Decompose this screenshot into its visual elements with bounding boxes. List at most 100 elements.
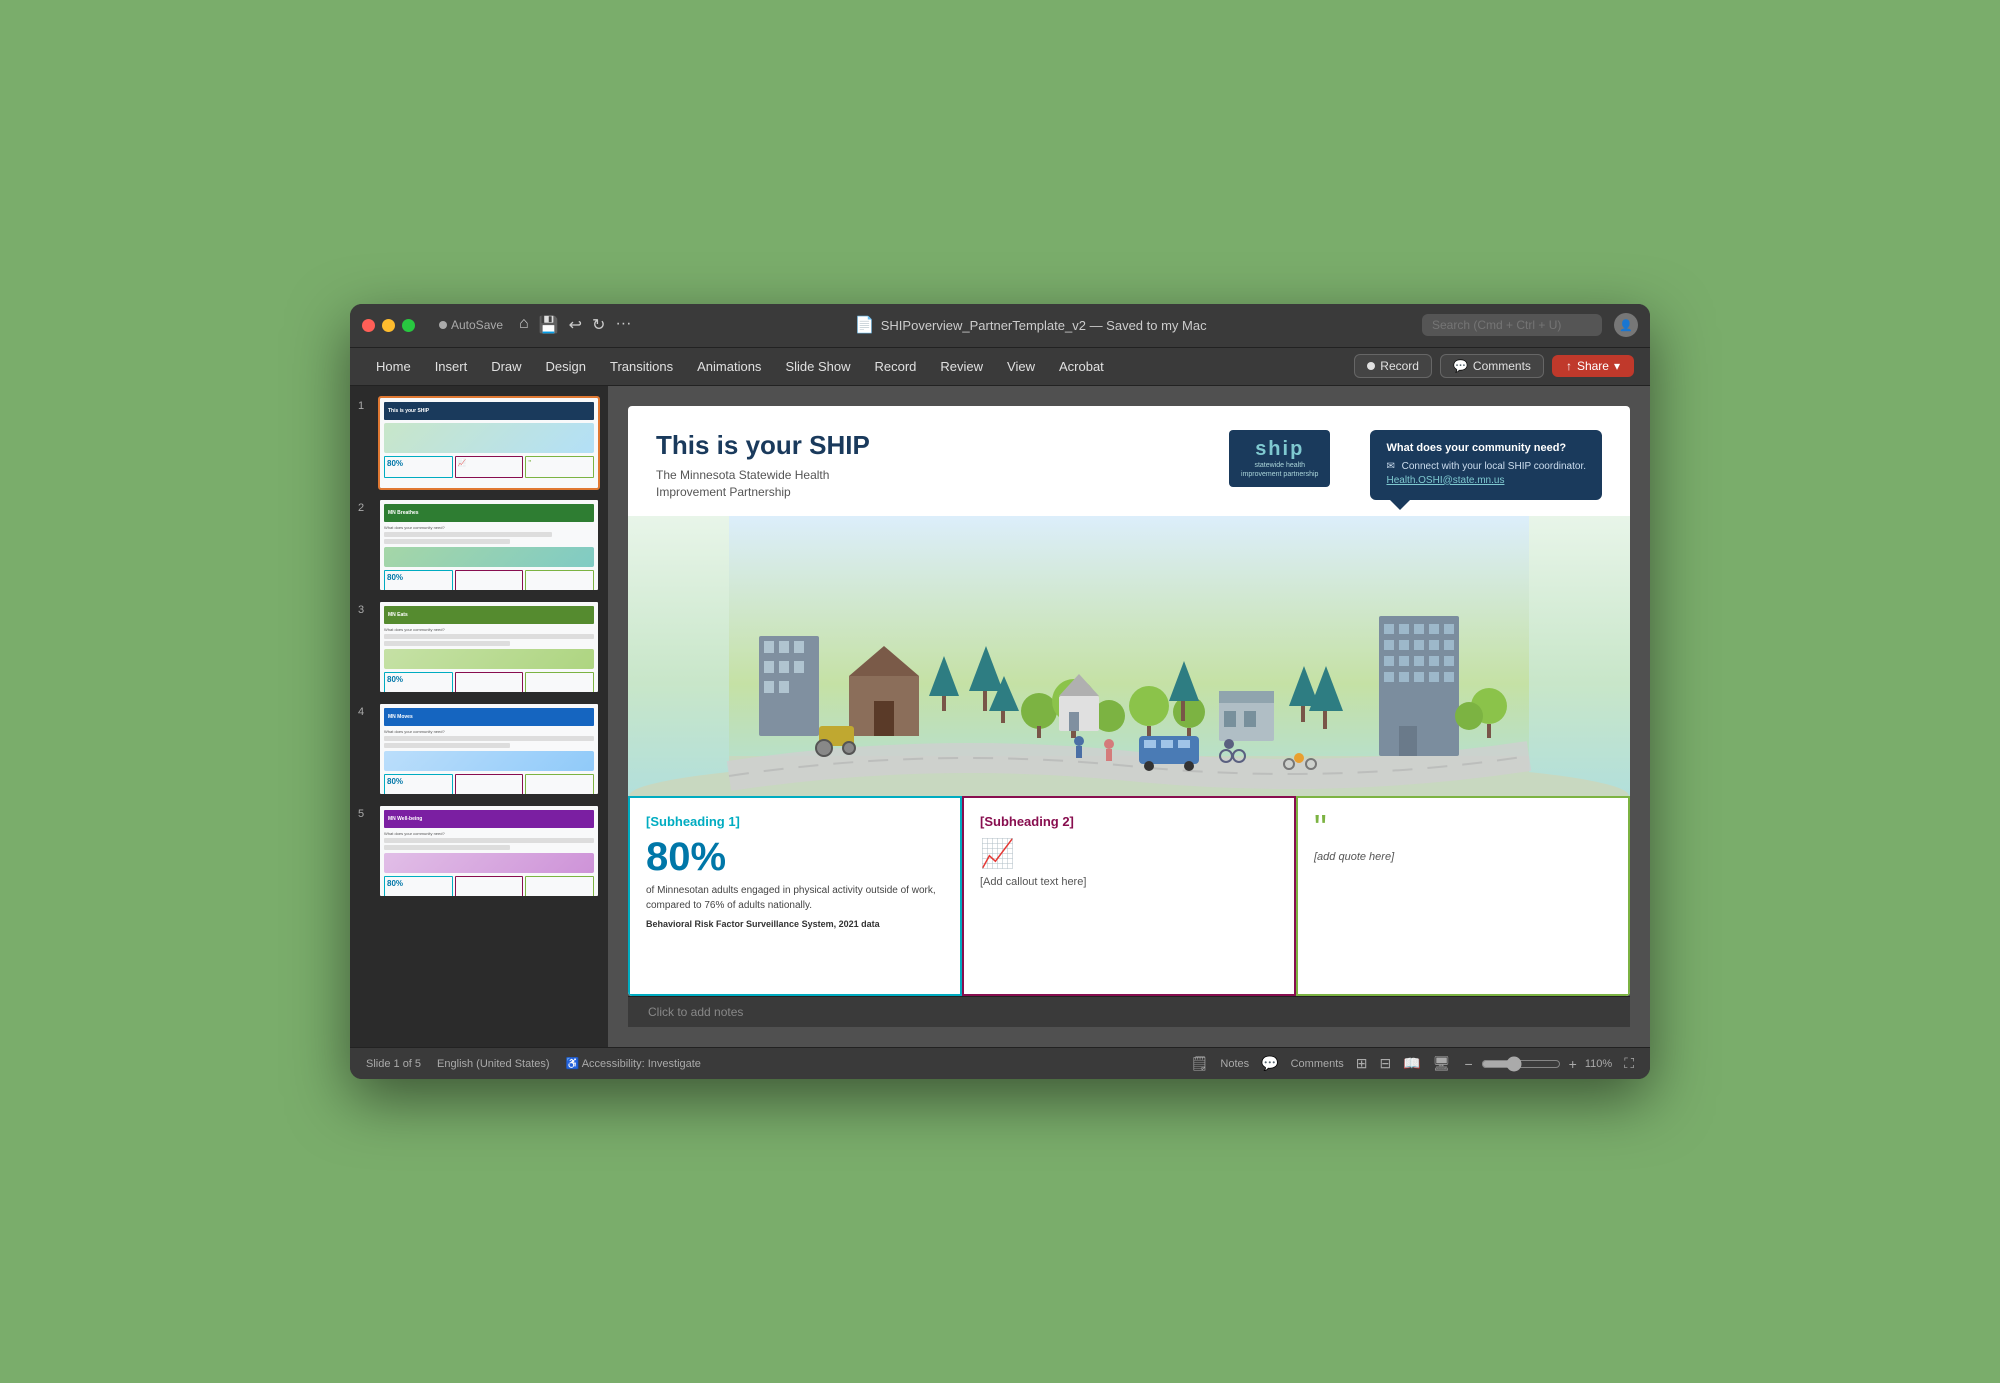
callout-email[interactable]: Health.OSHI@state.mn.us bbox=[1386, 475, 1504, 486]
thumb-box-5c bbox=[525, 876, 594, 896]
thumb-boxes-4: 80% bbox=[384, 774, 594, 794]
menu-draw[interactable]: Draw bbox=[481, 355, 531, 378]
zoom-in-button[interactable]: + bbox=[1567, 1056, 1579, 1072]
slide-thumbnail-5[interactable]: MN Well-being What does your community n… bbox=[378, 804, 600, 898]
record-button[interactable]: Record bbox=[1354, 354, 1432, 378]
email-icon: ✉ bbox=[1386, 460, 1394, 474]
thumb-row-4a bbox=[384, 736, 594, 741]
slide-thumb-4[interactable]: 4 MN Moves What does your community need… bbox=[358, 702, 600, 796]
fit-screen-icon[interactable]: ⛶ bbox=[1624, 1055, 1634, 1072]
notes-status-icon[interactable]: 🗒 bbox=[1191, 1055, 1209, 1072]
thumb-row-4b bbox=[384, 743, 510, 748]
zoom-percentage: 110% bbox=[1585, 1058, 1612, 1070]
minimize-button[interactable] bbox=[382, 319, 395, 332]
ship-logo: ship statewide healthimprovement partner… bbox=[1229, 430, 1330, 487]
slide-thumb-1[interactable]: 1 This is your SHIP 80% bbox=[358, 396, 600, 490]
slide-thumbnail-1[interactable]: This is your SHIP 80% 📈 bbox=[378, 396, 600, 490]
slide-thumb-5[interactable]: 5 MN Well-being What does your community… bbox=[358, 804, 600, 898]
thumb-box-4b bbox=[455, 774, 524, 794]
slide-content-area: This is your SHIP The Minnesota Statewid… bbox=[608, 386, 1650, 1048]
status-right: 🗒 Notes 💬 Comments ⊞ ⊟ 📖 🖥 − + 110% ⛶ bbox=[1191, 1055, 1634, 1072]
grid-view-icon[interactable]: ⊟ bbox=[1380, 1055, 1392, 1072]
slide-thumb-2[interactable]: 2 MN Breathes What does your community n… bbox=[358, 498, 600, 592]
autosave-indicator: AutoSave bbox=[439, 318, 503, 332]
app-window: AutoSave ⌂ 💾 ↩ ↻ ··· 📄 SHIPoverview_Part… bbox=[350, 304, 1650, 1080]
illus-thumbnail-3 bbox=[384, 649, 594, 669]
slide-thumbnail-4[interactable]: MN Moves What does your community need? … bbox=[378, 702, 600, 796]
notes-placeholder[interactable]: Click to add notes bbox=[648, 1005, 743, 1019]
menu-design[interactable]: Design bbox=[536, 355, 596, 378]
info-box-2-subheading: [Subheading 2] bbox=[980, 814, 1278, 829]
quote-mark-icon: " bbox=[1314, 814, 1612, 843]
slide-thumb-3[interactable]: 3 MN Eats What does your community need? bbox=[358, 600, 600, 694]
slide-preview-1: This is your SHIP 80% 📈 bbox=[380, 398, 598, 488]
slide-canvas[interactable]: This is your SHIP The Minnesota Statewid… bbox=[628, 406, 1630, 997]
accessibility-status: ♿ Accessibility: Investigate bbox=[566, 1057, 701, 1070]
thumb-row-3a bbox=[384, 634, 594, 639]
callout-body: ✉ Connect with your local SHIP coordinat… bbox=[1386, 460, 1586, 488]
share-button[interactable]: ↑ Share ▾ bbox=[1552, 355, 1634, 377]
thumb-row-5b bbox=[384, 845, 510, 850]
comments-button[interactable]: 💬 Comments bbox=[1440, 354, 1544, 378]
close-button[interactable] bbox=[362, 319, 375, 332]
search-input[interactable] bbox=[1422, 314, 1602, 336]
thumb-boxes-2: 80% bbox=[384, 570, 594, 590]
info-boxes: [Subheading 1] 80% of Minnesotan adults … bbox=[628, 796, 1630, 996]
thumb-box-2a: 80% bbox=[384, 570, 453, 590]
menu-transitions[interactable]: Transitions bbox=[600, 355, 683, 378]
save-icon[interactable]: 💾 bbox=[539, 315, 559, 335]
zoom-out-button[interactable]: − bbox=[1462, 1056, 1474, 1072]
undo-icon[interactable]: ↩ bbox=[569, 315, 582, 335]
zoom-slider[interactable] bbox=[1481, 1056, 1561, 1072]
slide-subtitle: The Minnesota Statewide Health Improveme… bbox=[656, 467, 1189, 501]
callout-text: Connect with your local SHIP coordinator… bbox=[1402, 461, 1586, 472]
more-icon[interactable]: ··· bbox=[615, 315, 631, 335]
accessibility-icon: ♿ bbox=[566, 1058, 580, 1070]
big-percent: 80% bbox=[646, 837, 944, 877]
share-chevron: ▾ bbox=[1614, 359, 1620, 373]
info-box-1-subheading: [Subheading 1] bbox=[646, 814, 944, 829]
slide-num-5: 5 bbox=[358, 808, 372, 820]
home-icon[interactable]: ⌂ bbox=[519, 315, 529, 335]
illus-thumbnail-4 bbox=[384, 751, 594, 771]
slide-num-3: 3 bbox=[358, 604, 372, 616]
thumb-box-2b bbox=[455, 570, 524, 590]
menu-insert[interactable]: Insert bbox=[425, 355, 478, 378]
illustration-svg bbox=[628, 516, 1630, 796]
fullscreen-button[interactable] bbox=[402, 319, 415, 332]
profile-avatar[interactable]: 👤 bbox=[1614, 313, 1638, 337]
titlebar: AutoSave ⌂ 💾 ↩ ↻ ··· 📄 SHIPoverview_Part… bbox=[350, 304, 1650, 348]
normal-view-icon[interactable]: ⊞ bbox=[1356, 1055, 1368, 1072]
thumb-row-2a bbox=[384, 532, 552, 537]
thumb-box-purple-1: 📈 bbox=[455, 456, 524, 478]
slide-thumbnail-2[interactable]: MN Breathes What does your community nee… bbox=[378, 498, 600, 592]
comments-status-label[interactable]: Comments bbox=[1291, 1058, 1344, 1070]
ship-logo-subtitle: statewide healthimprovement partnership bbox=[1241, 461, 1318, 479]
menu-record[interactable]: Record bbox=[864, 355, 926, 378]
document-title: 📄 SHIPoverview_PartnerTemplate_v2 — Save… bbox=[647, 315, 1414, 335]
notes-status-label[interactable]: Notes bbox=[1220, 1058, 1249, 1070]
menu-acrobat[interactable]: Acrobat bbox=[1049, 355, 1114, 378]
menu-home[interactable]: Home bbox=[366, 355, 421, 378]
redo-icon[interactable]: ↻ bbox=[592, 315, 605, 335]
menu-animations[interactable]: Animations bbox=[687, 355, 771, 378]
slide-2-content: MN Breathes What does your community nee… bbox=[380, 500, 598, 590]
presenter-view-icon[interactable]: 🖥 bbox=[1433, 1055, 1451, 1072]
zoom-controls: − + 110% bbox=[1462, 1056, 1612, 1072]
reading-view-icon[interactable]: 📖 bbox=[1403, 1055, 1420, 1072]
menu-slideshow[interactable]: Slide Show bbox=[775, 355, 860, 378]
autosave-dot bbox=[439, 321, 447, 329]
menu-review[interactable]: Review bbox=[930, 355, 993, 378]
notes-bar[interactable]: Click to add notes bbox=[628, 996, 1630, 1027]
thumb-box-2c bbox=[525, 570, 594, 590]
autosave-label: AutoSave bbox=[451, 318, 503, 332]
slide-4-content: MN Moves What does your community need? … bbox=[380, 704, 598, 794]
comments-status-icon[interactable]: 💬 bbox=[1261, 1055, 1278, 1072]
illustration-area bbox=[628, 516, 1630, 796]
menu-view[interactable]: View bbox=[997, 355, 1045, 378]
titlebar-right: 👤 bbox=[1422, 313, 1638, 337]
slide-num-2: 2 bbox=[358, 502, 372, 514]
slide-thumbnail-3[interactable]: MN Eats What does your community need? 8… bbox=[378, 600, 600, 694]
slide-num-4: 4 bbox=[358, 706, 372, 718]
thumb-4a-pct: 80% bbox=[387, 777, 403, 786]
